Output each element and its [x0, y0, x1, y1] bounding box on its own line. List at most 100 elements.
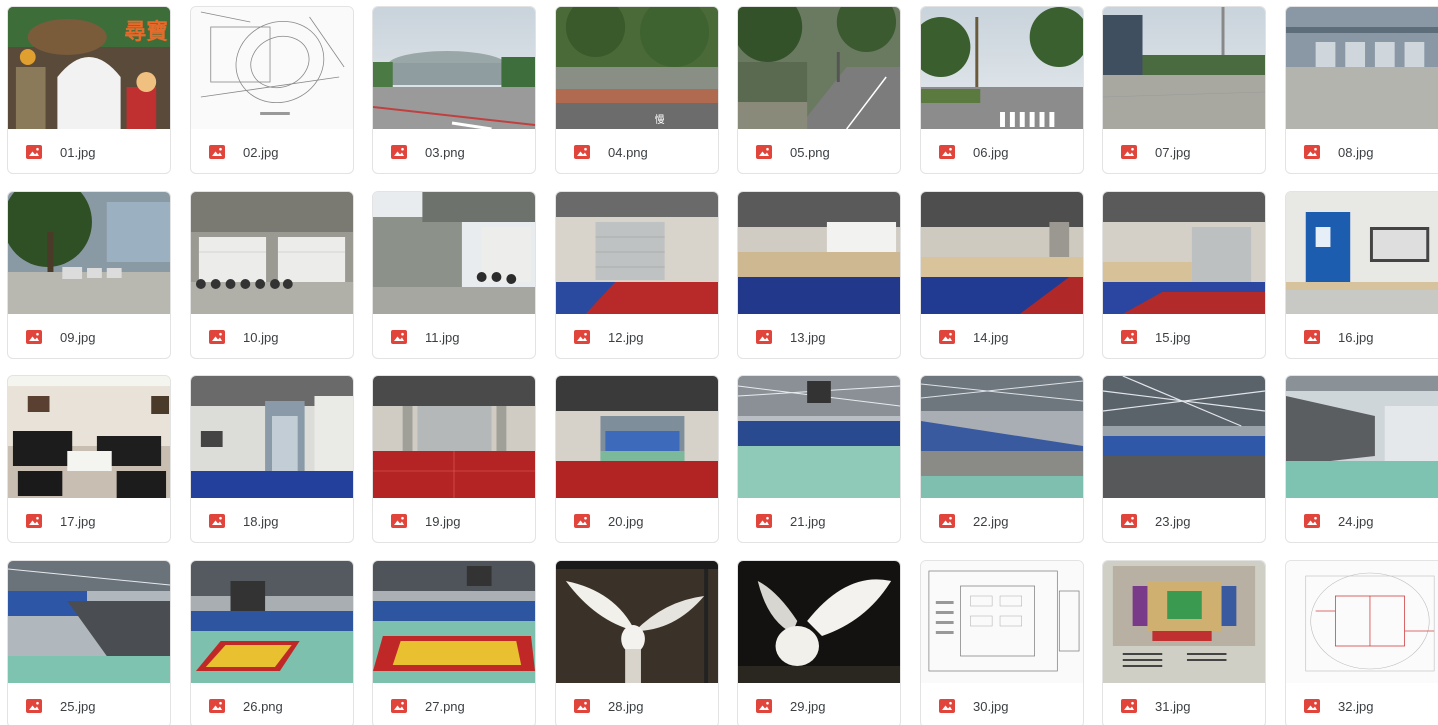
image-file-icon [209, 145, 225, 159]
image-file-icon [574, 330, 590, 344]
file-tile[interactable]: 28.jpg [555, 560, 719, 725]
file-tile[interactable]: 06.jpg [920, 6, 1084, 174]
file-tile[interactable]: 09.jpg [7, 191, 171, 359]
file-tile[interactable]: 25.jpg [7, 560, 171, 725]
file-thumbnail[interactable] [556, 376, 718, 498]
image-file-icon [939, 699, 955, 713]
file-thumbnail[interactable] [738, 561, 900, 683]
file-thumbnail[interactable] [1103, 7, 1265, 129]
file-thumbnail[interactable] [921, 192, 1083, 314]
file-thumbnail[interactable] [8, 192, 170, 314]
image-file-icon [756, 514, 772, 528]
file-thumbnail[interactable]: 尋寶 [8, 7, 170, 129]
file-tile[interactable]: 31.jpg [1102, 560, 1266, 725]
file-caption: 21.jpg [738, 498, 900, 542]
file-name: 26.png [243, 698, 283, 714]
file-thumbnail[interactable] [1286, 192, 1438, 314]
image-file-icon [1304, 699, 1320, 713]
file-thumbnail[interactable]: 慢 [556, 7, 718, 129]
file-thumbnail[interactable] [373, 561, 535, 683]
file-caption: 32.jpg [1286, 683, 1438, 725]
file-caption: 07.jpg [1103, 129, 1265, 173]
file-tile[interactable]: 29.jpg [737, 560, 901, 725]
file-thumbnail[interactable] [191, 376, 353, 498]
file-thumbnail[interactable] [921, 376, 1083, 498]
file-tile[interactable]: 14.jpg [920, 191, 1084, 359]
file-thumbnail[interactable] [191, 7, 353, 129]
file-thumbnail[interactable] [373, 7, 535, 129]
file-tile[interactable]: 10.jpg [190, 191, 354, 359]
file-name: 04.png [608, 144, 648, 160]
file-tile[interactable]: 尋寶 01.jpg [7, 6, 171, 174]
file-caption: 03.png [373, 129, 535, 173]
file-thumbnail[interactable] [738, 7, 900, 129]
file-tile[interactable]: 23.jpg [1102, 375, 1266, 543]
image-file-icon [756, 330, 772, 344]
file-thumbnail[interactable] [373, 376, 535, 498]
file-tile[interactable]: 32.jpg [1285, 560, 1438, 725]
file-tile[interactable]: 05.png [737, 6, 901, 174]
file-thumbnail[interactable] [738, 376, 900, 498]
file-caption: 15.jpg [1103, 314, 1265, 358]
file-caption: 11.jpg [373, 314, 535, 358]
image-file-icon [939, 145, 955, 159]
file-tile[interactable]: 21.jpg [737, 375, 901, 543]
file-thumbnail[interactable] [921, 561, 1083, 683]
file-tile[interactable]: 03.png [372, 6, 536, 174]
file-tile[interactable]: 18.jpg [190, 375, 354, 543]
image-file-icon [26, 330, 42, 344]
file-thumbnail[interactable] [1103, 192, 1265, 314]
file-thumbnail[interactable] [556, 561, 718, 683]
file-name: 02.jpg [243, 144, 279, 160]
file-tile[interactable]: 22.jpg [920, 375, 1084, 543]
file-name: 09.jpg [60, 329, 96, 345]
file-thumbnail[interactable] [556, 192, 718, 314]
file-name: 31.jpg [1155, 698, 1191, 714]
file-thumbnail[interactable] [738, 192, 900, 314]
file-tile[interactable]: 15.jpg [1102, 191, 1266, 359]
file-thumbnail[interactable] [1286, 561, 1438, 683]
file-tile[interactable]: 13.jpg [737, 191, 901, 359]
file-tile[interactable]: 慢 04.png [555, 6, 719, 174]
file-thumbnail[interactable] [1103, 376, 1265, 498]
file-tile[interactable]: 27.png [372, 560, 536, 725]
file-tile[interactable]: 02.jpg [190, 6, 354, 174]
image-file-icon [209, 699, 225, 713]
file-thumbnail[interactable] [1286, 376, 1438, 498]
file-tile[interactable]: 07.jpg [1102, 6, 1266, 174]
file-tile[interactable]: 08.jpg [1285, 6, 1438, 174]
image-file-icon [1121, 330, 1137, 344]
image-file-icon [1304, 145, 1320, 159]
image-file-icon [26, 514, 42, 528]
file-thumbnail[interactable] [1103, 561, 1265, 683]
file-thumbnail[interactable] [921, 7, 1083, 129]
file-thumbnail[interactable] [191, 561, 353, 683]
image-file-icon [209, 514, 225, 528]
image-file-icon [26, 699, 42, 713]
file-tile[interactable]: 19.jpg [372, 375, 536, 543]
file-name: 30.jpg [973, 698, 1009, 714]
file-tile[interactable]: 17.jpg [7, 375, 171, 543]
file-caption: 12.jpg [556, 314, 718, 358]
file-tile[interactable]: 11.jpg [372, 191, 536, 359]
file-thumbnail[interactable] [191, 192, 353, 314]
image-file-icon [939, 330, 955, 344]
file-tile[interactable]: 16.jpg [1285, 191, 1438, 359]
file-tile[interactable]: 26.png [190, 560, 354, 725]
file-tile[interactable]: 24.jpg [1285, 375, 1438, 543]
file-thumbnail[interactable] [373, 192, 535, 314]
file-tile[interactable]: 20.jpg [555, 375, 719, 543]
file-name: 19.jpg [425, 513, 461, 529]
file-tile[interactable]: 30.jpg [920, 560, 1084, 725]
file-thumbnail[interactable] [8, 376, 170, 498]
file-caption: 25.jpg [8, 683, 170, 725]
image-file-icon [1121, 145, 1137, 159]
file-thumbnail[interactable] [8, 561, 170, 683]
image-file-icon [1304, 514, 1320, 528]
file-thumbnail[interactable] [1286, 7, 1438, 129]
image-file-icon [26, 145, 42, 159]
file-tile[interactable]: 12.jpg [555, 191, 719, 359]
image-file-icon [574, 145, 590, 159]
file-name: 03.png [425, 144, 465, 160]
file-caption: 09.jpg [8, 314, 170, 358]
